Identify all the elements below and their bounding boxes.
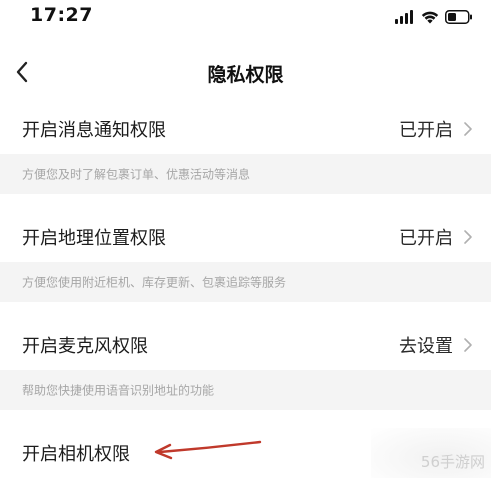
annotation-arrow-icon [154,440,262,460]
description-text: 方便您及时了解包裹订单、优惠活动等消息 [22,167,251,182]
chevron-right-icon [464,122,472,136]
permission-label: 开启相机权限 [22,444,130,465]
permission-row-location[interactable]: 开启地理位置权限 已开启 [0,212,491,262]
permission-label: 开启麦克风权限 [22,336,148,357]
permission-description: 帮助您快捷使用语音识别地址的功能 [0,370,491,410]
status-time: 17:27 [30,4,93,26]
chevron-right-icon [464,230,472,244]
battery-icon [445,10,472,24]
nav-bar: 隐私权限 [0,50,491,96]
permission-description: 方便您使用附近柜机、库存更新、包裹追踪等服务 [0,262,491,302]
permission-status: 去设置 [399,336,453,357]
description-text: 帮助您快捷使用语音识别地址的功能 [22,383,215,398]
page-title: 隐私权限 [207,64,284,86]
permission-label: 开启地理位置权限 [22,228,166,249]
status-icons [395,8,473,26]
status-bar: 17:27 [0,0,491,36]
permission-row-notification[interactable]: 开启消息通知权限 已开启 [0,104,491,154]
permission-label: 开启消息通知权限 [22,120,166,141]
chevron-right-icon [464,338,472,352]
permission-row-microphone[interactable]: 开启麦克风权限 去设置 [0,320,491,370]
watermark: 56手游网 [420,453,485,471]
description-text: 方便您使用附近柜机、库存更新、包裹追踪等服务 [22,275,287,290]
signal-icon [395,10,413,24]
permission-description: 方便您及时了解包裹订单、优惠活动等消息 [0,154,491,194]
permission-status: 已开启 [399,120,453,141]
wifi-icon [421,11,439,24]
permission-status: 已开启 [399,228,453,249]
